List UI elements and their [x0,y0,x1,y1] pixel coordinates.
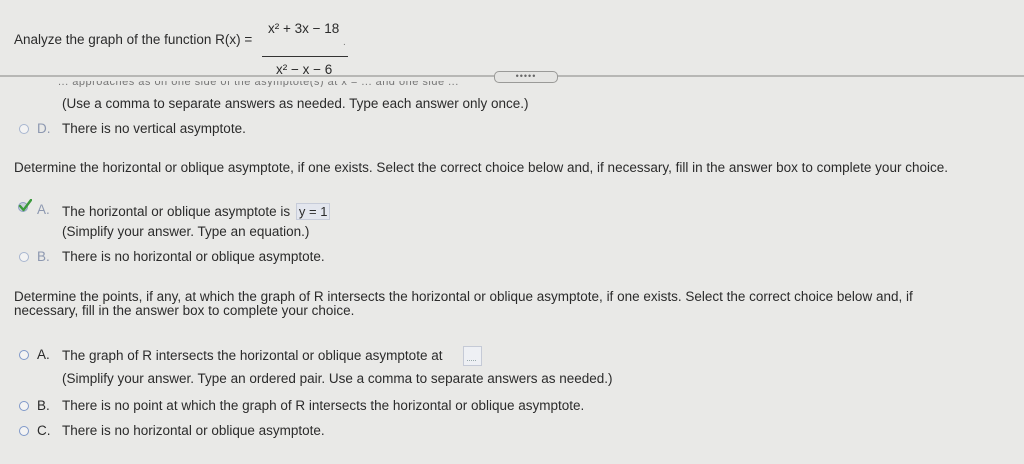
horizontal-option-a-note: (Simplify your answer. Type an equation.… [62,224,310,239]
fraction-period: . [343,37,346,48]
horizontal-option-a-letter: A. [37,202,50,217]
intersect-option-a-radio[interactable] [19,350,29,360]
horizontal-option-b-letter: B. [37,249,50,264]
intersect-option-c-radio[interactable] [19,426,29,436]
intersect-option-b-letter: B. [37,398,50,413]
horizontal-option-a-text: The horizontal or oblique asymptote is [62,204,291,219]
vertical-option-d-text[interactable]: There is no vertical asymptote. [62,121,246,136]
intersect-option-a-text[interactable]: The graph of R intersects the horizontal… [62,348,442,363]
horizontal-option-b-text[interactable]: There is no horizontal or oblique asympt… [62,249,325,264]
numerator-text: x² + 3x − 18 [268,21,340,36]
fraction-numerator: x² + 3x − 18 [268,21,339,36]
horizontal-option-b-radio[interactable] [19,252,29,262]
fraction-bar [262,56,348,57]
intersect-option-a-letter: A. [37,347,50,362]
function-prompt: Analyze the graph of the function R(x) = [14,32,253,47]
truncated-text-line: ... approaches as on one side of the asy… [58,81,459,87]
intersect-question-line1: Determine the points, if any, at which t… [14,289,913,304]
horizontal-question: Determine the horizontal or oblique asym… [14,160,948,175]
vertical-instruction: (Use a comma to separate answers as need… [62,96,529,111]
intersect-option-b-text[interactable]: There is no point at which the graph of … [62,398,584,413]
vertical-option-d-radio[interactable] [19,124,29,134]
intersect-option-a-note: (Simplify your answer. Type an ordered p… [62,371,613,386]
intersect-option-c-letter: C. [37,423,51,438]
intersect-answer-box[interactable] [463,346,482,366]
intersect-option-c-text[interactable]: There is no horizontal or oblique asympt… [62,423,325,438]
horizontal-answer-box[interactable]: y = 1 [295,203,331,220]
vertical-option-d-letter: D. [37,121,51,136]
horizontal-option-a[interactable]: The horizontal or oblique asymptote is y… [62,203,331,220]
intersect-option-b-radio[interactable] [19,401,29,411]
correct-check-icon [18,199,32,212]
intersect-question-line2: necessary, fill in the answer box to com… [14,303,355,318]
